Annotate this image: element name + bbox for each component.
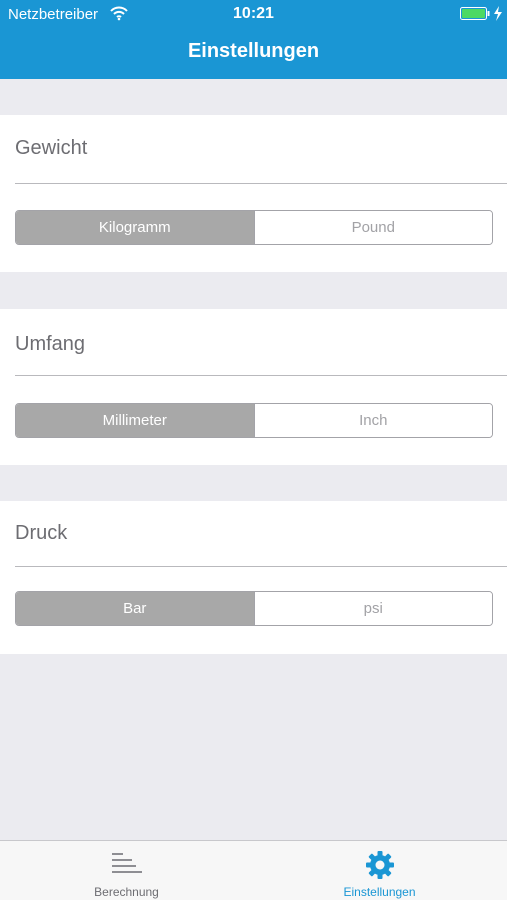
segment-bar[interactable]: Bar	[16, 592, 254, 625]
segment-pound[interactable]: Pound	[253, 211, 492, 244]
section-label-circumference: Umfang	[15, 333, 86, 355]
weight-unit-segmented-control[interactable]: Kilogramm Pound	[15, 210, 493, 245]
tab-label-einstellungen: Einstellungen	[343, 885, 416, 899]
tab-bar: Berechnung Einstellungen	[0, 840, 507, 900]
section-weight: Gewicht Kilogramm Pound	[0, 115, 507, 272]
segment-millimeter[interactable]: Millimeter	[16, 404, 254, 437]
status-time: 10:21	[233, 5, 274, 22]
tab-berechnung[interactable]: Berechnung	[0, 841, 253, 900]
section-divider	[15, 183, 507, 184]
status-bar: Netzbetreiber 10:21	[0, 0, 507, 28]
section-label-weight: Gewicht	[15, 137, 88, 159]
gear-icon	[365, 851, 394, 879]
section-circumference: Umfang Millimeter Inch	[0, 309, 507, 465]
section-pressure: Druck Bar psi	[0, 501, 507, 654]
header: Netzbetreiber 10:21 Einstellungen	[0, 0, 507, 79]
segment-kilogram[interactable]: Kilogramm	[16, 211, 254, 244]
section-divider	[15, 375, 507, 376]
segment-psi[interactable]: psi	[253, 592, 492, 625]
page-title: Einstellungen	[187, 40, 320, 62]
charging-icon	[494, 6, 502, 21]
section-divider	[15, 566, 507, 567]
segment-inch[interactable]: Inch	[253, 404, 492, 437]
section-label-pressure: Druck	[15, 522, 68, 544]
pressure-unit-segmented-control[interactable]: Bar psi	[15, 591, 493, 626]
list-lines-icon	[111, 853, 142, 873]
tab-einstellungen[interactable]: Einstellungen	[253, 841, 506, 900]
battery-icon	[460, 7, 490, 20]
circumference-unit-segmented-control[interactable]: Millimeter Inch	[15, 403, 493, 438]
tab-label-berechnung: Berechnung	[94, 885, 159, 899]
